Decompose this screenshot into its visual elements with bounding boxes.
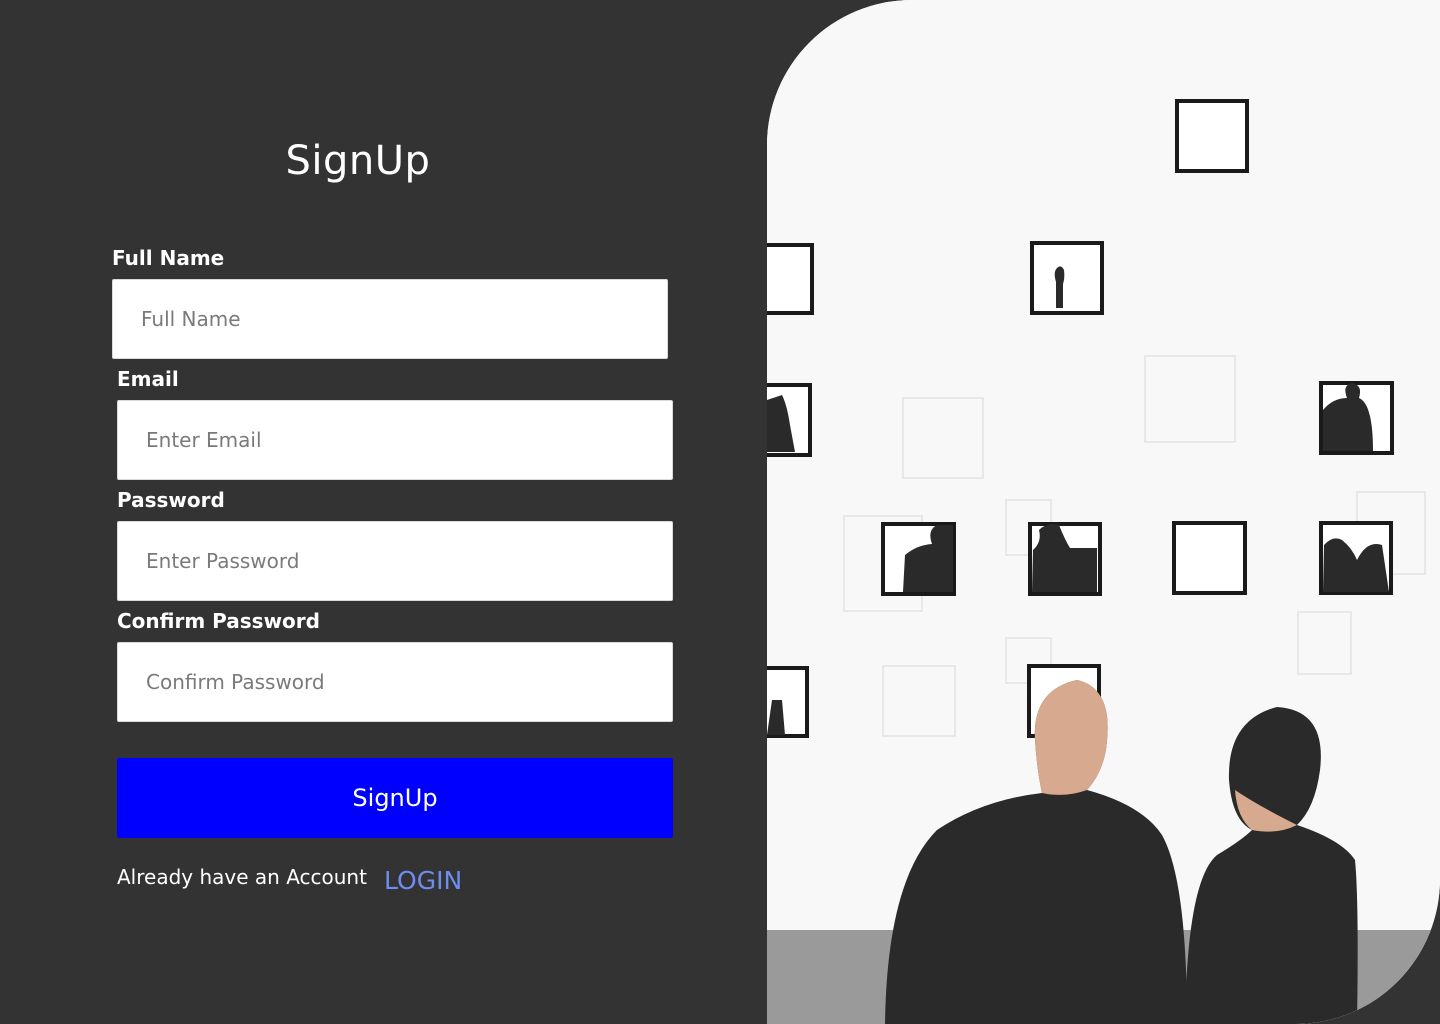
- full-name-input[interactable]: [112, 279, 668, 359]
- page-title: SignUp: [285, 138, 431, 184]
- email-input[interactable]: [117, 400, 673, 480]
- gallery-photo: [767, 0, 1440, 1024]
- signup-button[interactable]: SignUp: [117, 758, 673, 838]
- gallery-illustration: [767, 0, 1440, 1024]
- email-label: Email: [117, 367, 179, 391]
- confirm-password-label: Confirm Password: [117, 609, 320, 633]
- confirm-password-input[interactable]: [117, 642, 673, 722]
- already-have-account-text: Already have an Account: [117, 865, 367, 889]
- password-input[interactable]: [117, 521, 673, 601]
- login-link[interactable]: LOGIN: [384, 866, 462, 895]
- password-label: Password: [117, 488, 225, 512]
- full-name-label: Full Name: [112, 246, 225, 270]
